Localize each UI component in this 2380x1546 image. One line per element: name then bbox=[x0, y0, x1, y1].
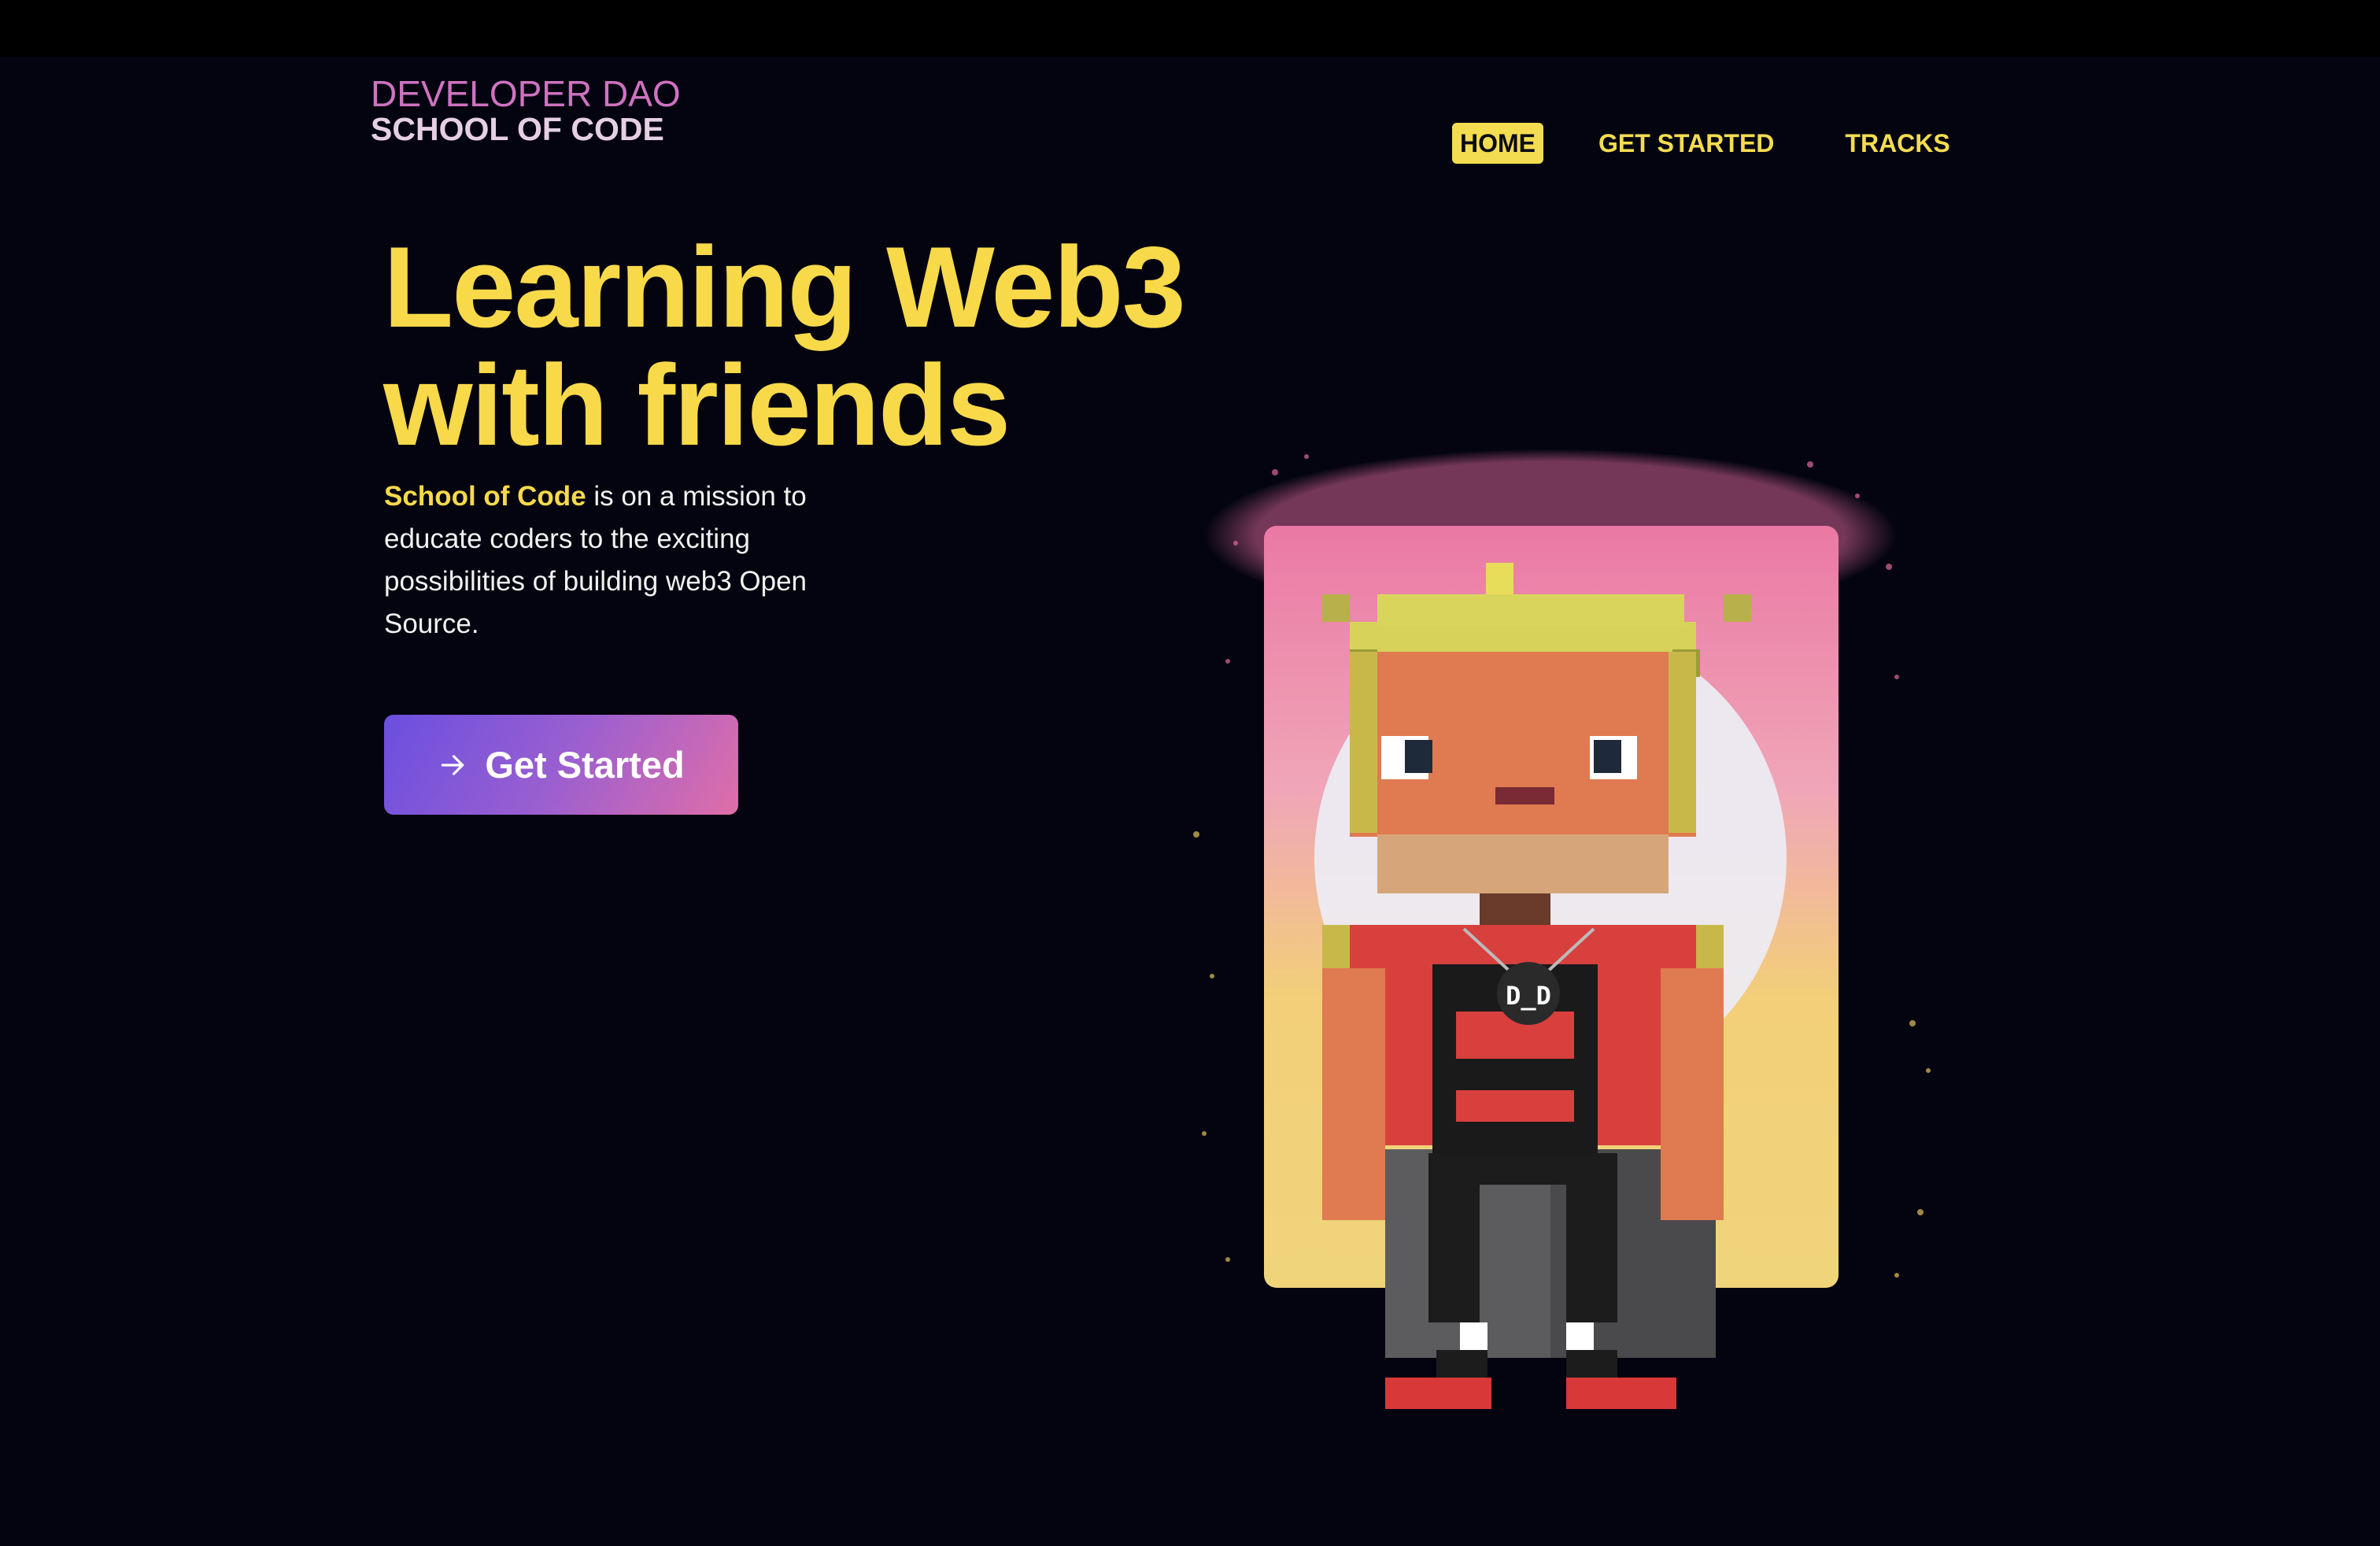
badge-text: D_D bbox=[1506, 981, 1551, 1011]
hero-headline-line-1: Learning Web3 bbox=[383, 223, 1186, 351]
nav-home[interactable]: HOME bbox=[1452, 123, 1543, 164]
nav-get-started[interactable]: GET STARTED bbox=[1591, 123, 1782, 164]
character-head bbox=[1350, 652, 1696, 893]
character-art-svg: D_D bbox=[1193, 449, 1931, 1409]
nav-tracks[interactable]: TRACKS bbox=[1837, 123, 1957, 164]
main-nav: HOME GET STARTED TRACKS bbox=[1452, 123, 1958, 164]
hero-description-highlight: School of Code bbox=[384, 481, 586, 512]
arrow-right-icon bbox=[438, 750, 468, 780]
developer-dao-character-illustration: D_D bbox=[1181, 425, 1936, 1448]
get-started-button[interactable]: Get Started bbox=[384, 715, 738, 815]
get-started-button-label: Get Started bbox=[485, 744, 685, 786]
brand-line-school-of-code: SCHOOL OF CODE bbox=[371, 111, 664, 147]
browser-top-bar bbox=[0, 0, 2380, 57]
brand-line-developer-dao: DEVELOPER DAO bbox=[371, 73, 681, 114]
brand-logo[interactable]: DEVELOPER DAO SCHOOL OF CODE bbox=[371, 76, 681, 146]
hero-description: School of Code is on a mission to educat… bbox=[384, 475, 856, 645]
hero-headline-line-2: with friends bbox=[383, 341, 1011, 469]
hero-headline: Learning Web3 with friends bbox=[383, 223, 1186, 469]
character-shoes bbox=[1385, 1350, 1676, 1409]
